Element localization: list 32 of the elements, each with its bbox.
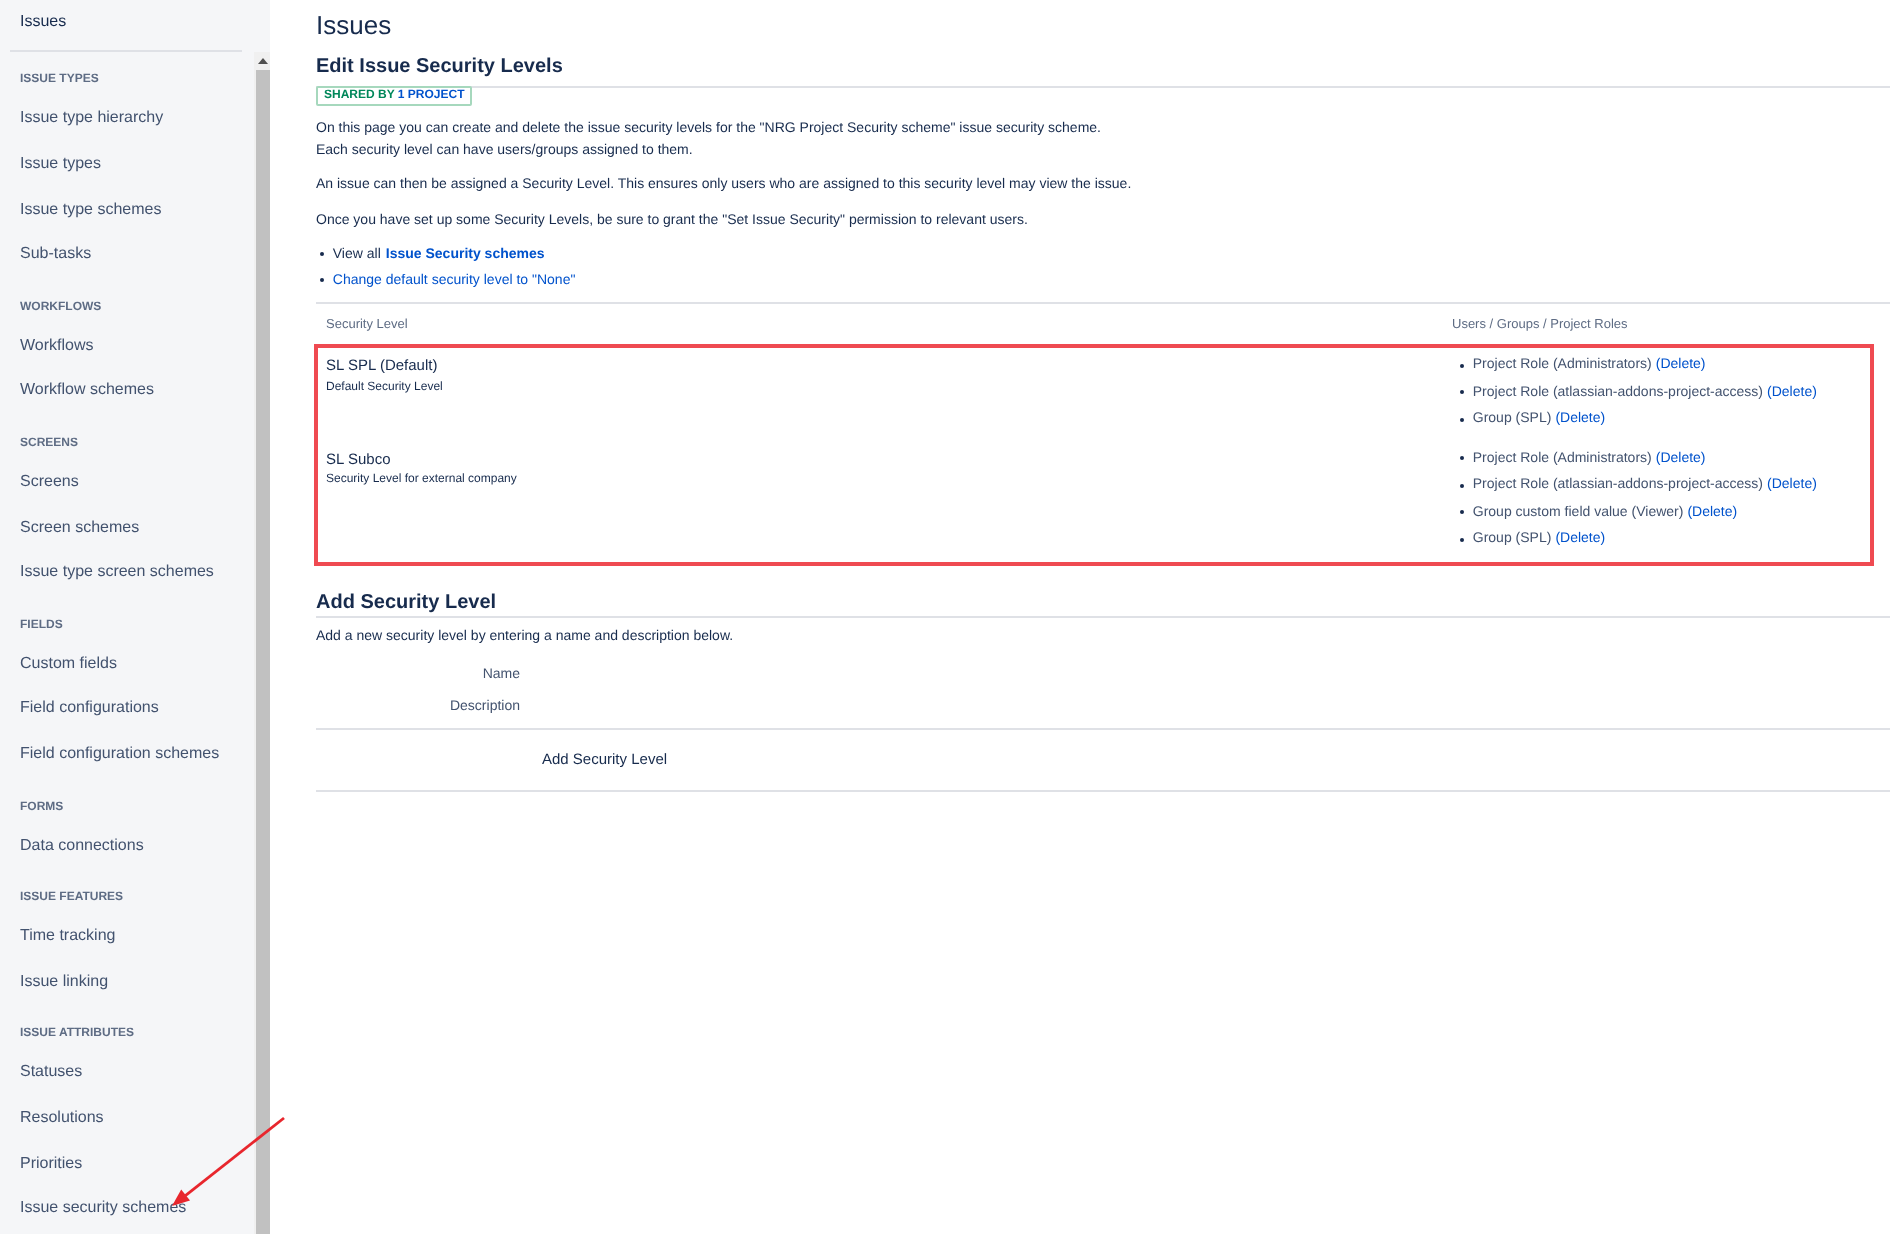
sidebar-item[interactable]: Issue security schemes — [0, 1186, 254, 1233]
sidebar-item[interactable]: Resolutions — [0, 1095, 254, 1142]
bullet-icon — [1460, 363, 1465, 368]
sidebar-item[interactable]: Priorities — [0, 1141, 254, 1187]
bullet-icon — [320, 251, 325, 257]
sidebar-item[interactable]: Issue type hierarchy — [0, 96, 254, 142]
sidebar-item[interactable]: Field configuration schemes — [0, 732, 254, 779]
sidebar-item[interactable]: Workflow schemes — [0, 368, 254, 415]
sidebar-item[interactable]: Custom fields — [0, 641, 254, 687]
bullet-icon — [1460, 510, 1465, 515]
sidebar-item[interactable]: Screen schemes — [0, 505, 254, 551]
bullet-icon — [1460, 483, 1465, 488]
sidebar-item[interactable]: Field configurations — [0, 686, 254, 733]
bullet-icon — [1460, 537, 1465, 542]
sidebar-item[interactable]: Screens — [0, 459, 254, 506]
bullet-icon — [320, 277, 325, 283]
section-title: Add Security Level — [316, 591, 1890, 617]
sidebar-item[interactable]: Data connections — [0, 823, 254, 869]
bullet-icon — [1460, 417, 1465, 422]
sidebar-title[interactable]: Issues — [20, 10, 67, 32]
scroll-up-icon[interactable] — [257, 58, 267, 64]
bullet-icon — [1460, 390, 1465, 395]
sidebar-item[interactable]: Issue type screen schemes — [0, 550, 254, 597]
sidebar-item[interactable]: Time tracking — [0, 913, 254, 960]
sidebar-item[interactable]: Issue types — [0, 141, 254, 188]
sidebar-item[interactable]: Issue type schemes — [0, 187, 254, 233]
page-title: Issues — [316, 10, 394, 42]
bullet-icon — [1460, 456, 1465, 461]
sidebar-item[interactable]: Statuses — [0, 1049, 254, 1096]
sidebar-item[interactable]: Issue linking — [0, 959, 254, 1005]
sidebar-item[interactable]: Workflows — [0, 323, 254, 369]
sidebar-item[interactable]: Sub-tasks — [0, 232, 254, 279]
